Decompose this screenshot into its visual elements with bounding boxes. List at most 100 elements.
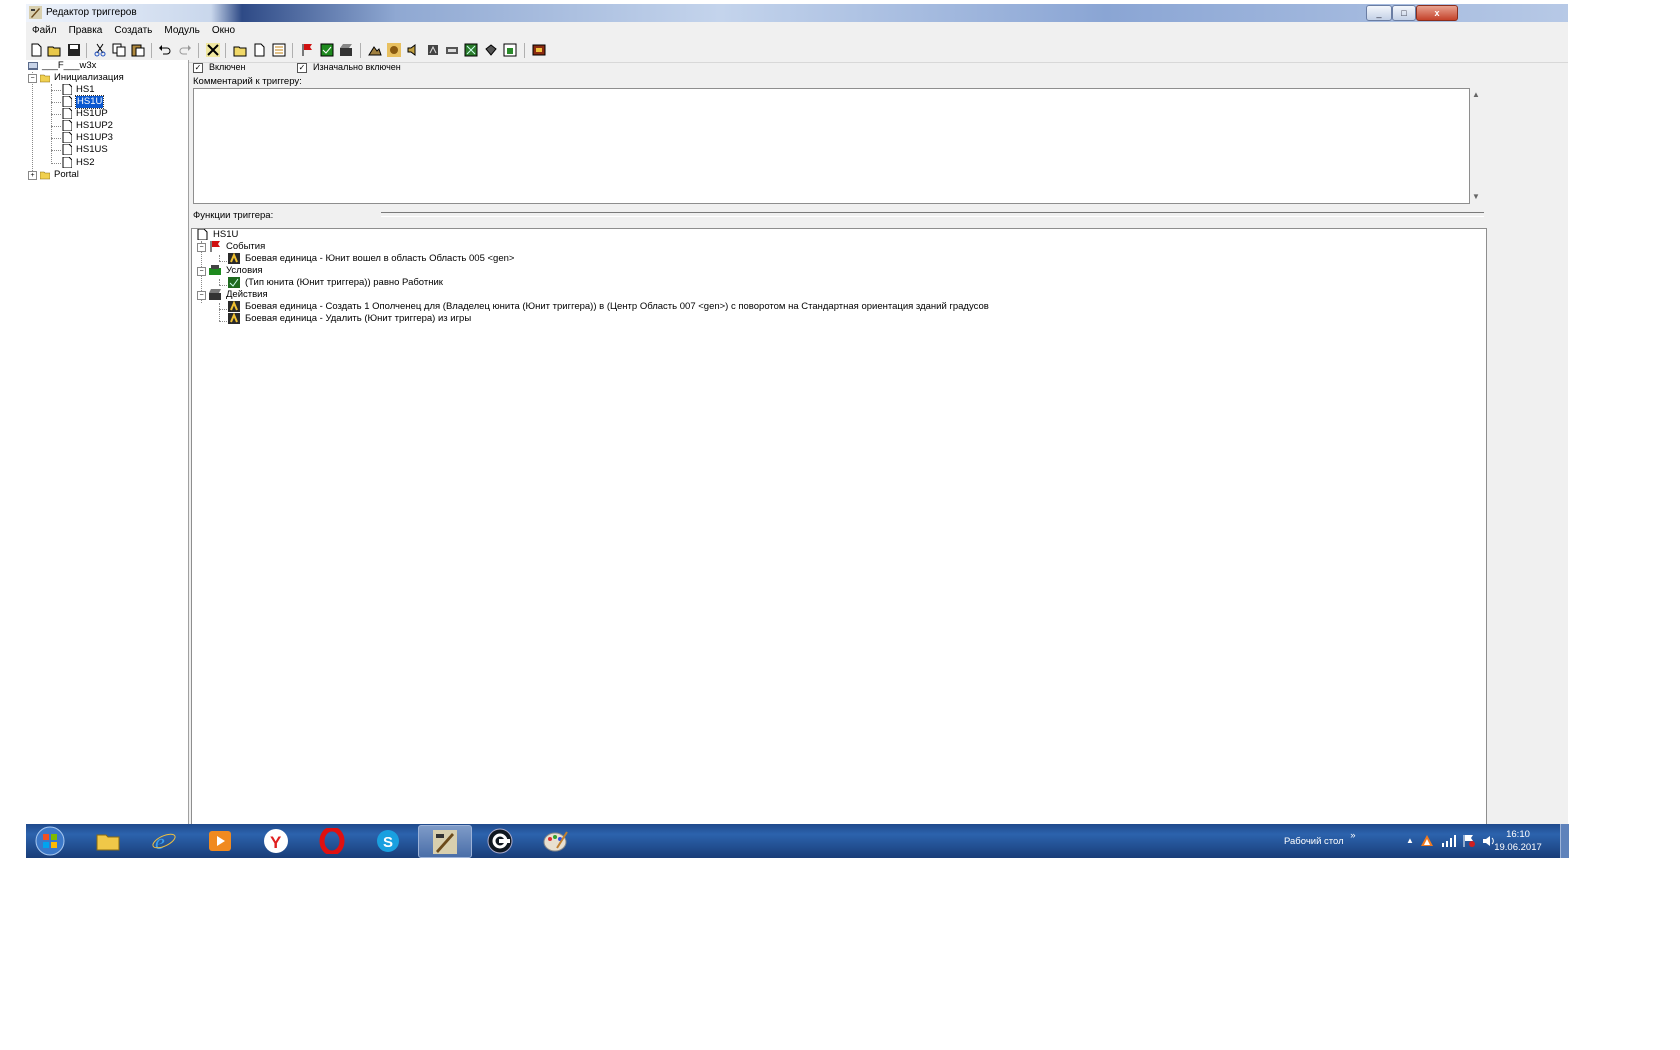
cut-icon[interactable] [93,43,107,57]
taskbar: e Y S Рабочий стол » ▲ 16:10 19.06.2017 [26,824,1569,858]
new-comment-icon[interactable] [272,43,286,57]
taskbar-internet-explorer[interactable]: e [138,825,190,856]
trigger-doc-icon [62,157,72,168]
action-center-flag-icon[interactable] [1462,834,1476,848]
undo-icon[interactable] [158,43,172,57]
paste-icon[interactable] [131,43,145,57]
initially-on-label: Изначально включен [313,62,401,72]
tray-app-icon[interactable] [1420,834,1434,848]
minimize-button[interactable]: _ [1366,5,1392,21]
desktop-toolbar[interactable]: Рабочий стол » [1284,830,1356,847]
events-node[interactable]: События [209,241,265,253]
expand-toggle-icon[interactable]: + [28,171,37,180]
folder-icon [96,834,120,851]
actions-node[interactable]: Действия [209,289,268,301]
ai-editor-icon[interactable] [484,43,498,57]
import-icon[interactable] [503,43,517,57]
new-icon[interactable] [29,43,43,57]
conditions-label: Условия [226,265,263,276]
scroll-down-icon[interactable]: ▼ [1472,192,1480,201]
taskbar-opera[interactable] [306,825,358,856]
tree-item-hs1u[interactable]: HS1U [62,95,105,109]
ie-icon: e [152,829,176,854]
comment-scrollbar[interactable]: ▲ ▼ [1470,88,1483,204]
new-category-icon[interactable] [233,43,247,57]
initially-on-checkbox[interactable]: ✓ Изначально включен [297,62,401,73]
menu-window[interactable]: Окно [206,23,241,39]
taskbar-media-player[interactable] [194,825,246,856]
pane-splitter[interactable] [381,212,1484,217]
delete-icon[interactable] [206,43,220,57]
trigger-name-node[interactable]: HS1U [196,229,238,241]
redo-icon[interactable] [178,43,192,57]
scroll-up-icon[interactable]: ▲ [1472,90,1480,99]
terrain-editor-icon[interactable] [368,43,382,57]
unit-editor-icon[interactable] [387,43,401,57]
tree-category-init[interactable]: Инициализация [40,72,124,84]
trigger-doc-icon [62,108,72,119]
show-desktop-button[interactable] [1560,824,1569,858]
taskbar-paint[interactable] [530,825,582,856]
taskbar-world-editor[interactable] [418,825,472,858]
menu-edit[interactable]: Правка [63,23,109,39]
close-button[interactable]: x [1416,5,1458,21]
tree-item-label: HS1 [76,84,95,95]
conditions-node[interactable]: Условия [209,265,263,277]
open-icon[interactable] [47,43,61,57]
tree-item-label: HS1UP [76,108,108,119]
tree-item-label: HS1UP2 [76,120,113,131]
collapse-toggle-icon[interactable]: − [28,74,37,83]
action-item[interactable]: Боевая единица - Удалить (Юнит триггера)… [228,313,471,325]
tree-item-hs1[interactable]: HS1 [62,84,94,96]
new-condition-icon[interactable] [320,43,334,57]
collapse-events-icon[interactable]: − [197,243,206,252]
condition-item[interactable]: (Тип юнита (Юнит триггера)) равно Работн… [228,277,443,289]
tree-root[interactable]: ___F___w3x [28,60,96,72]
start-button[interactable] [32,825,68,857]
title-bar[interactable]: Редактор триггеров _ □ x [26,4,1568,22]
save-icon[interactable] [67,43,81,57]
map-icon [28,62,38,70]
clock[interactable]: 16:10 19.06.2017 [1478,828,1558,854]
trigger-doc-icon [62,132,72,143]
condition-text: (Тип юнита (Юнит триггера)) равно Работн… [245,277,443,288]
comment-textarea[interactable] [193,88,1470,204]
copy-icon[interactable] [112,43,126,57]
media-player-icon [209,831,231,851]
tree-category-portal[interactable]: Portal [40,169,79,181]
taskbar-skype[interactable]: S [362,825,414,856]
trigger-editor-app-icon [29,6,42,19]
menu-file[interactable]: Файл [26,23,63,39]
new-trigger-icon[interactable] [252,43,266,57]
menu-create[interactable]: Создать [108,23,158,39]
maximize-button[interactable]: □ [1392,5,1416,21]
action-item[interactable]: Боевая единица - Создать 1 Ополченец для… [228,301,989,313]
tree-item-hs1up[interactable]: HS1UP [62,108,108,120]
tree-item-hs1up2[interactable]: HS1UP2 [62,120,113,132]
enabled-checkbox[interactable]: ✓ Включен [193,62,246,73]
event-item[interactable]: Боевая единица - Юнит вошел в область Об… [228,253,514,265]
camera-editor-icon[interactable] [445,43,459,57]
collapse-actions-icon[interactable]: − [197,291,206,300]
trigger-doc-icon [62,84,72,95]
unit-action-icon [228,313,240,324]
taskbar-yandex-browser[interactable]: Y [250,825,302,856]
sound-editor-icon[interactable] [406,43,420,57]
taskbar-explorer[interactable] [82,825,134,856]
new-event-icon[interactable] [300,43,314,57]
region-editor-icon[interactable] [464,43,478,57]
tree-item-hs1us[interactable]: HS1US [62,144,108,156]
object-editor-icon[interactable] [426,43,440,57]
network-signal-icon[interactable] [1442,835,1456,847]
new-action-icon[interactable] [339,43,353,57]
trigger-functions-tree: HS1U − События Боевая единица - Юнит вош… [191,228,1487,824]
functions-label: Функции триггера: [193,210,274,221]
tree-item-hs1up3[interactable]: HS1UP3 [62,132,113,144]
tray-expand-arrow-icon[interactable]: ▲ [1406,836,1414,845]
collapse-conditions-icon[interactable]: − [197,267,206,276]
menu-module[interactable]: Модуль [158,23,205,39]
tree-item-hs2[interactable]: HS2 [62,157,94,169]
taskbar-steam[interactable] [474,825,526,856]
test-map-icon[interactable] [532,43,546,57]
chevron-right-icon[interactable]: » [1350,830,1355,841]
